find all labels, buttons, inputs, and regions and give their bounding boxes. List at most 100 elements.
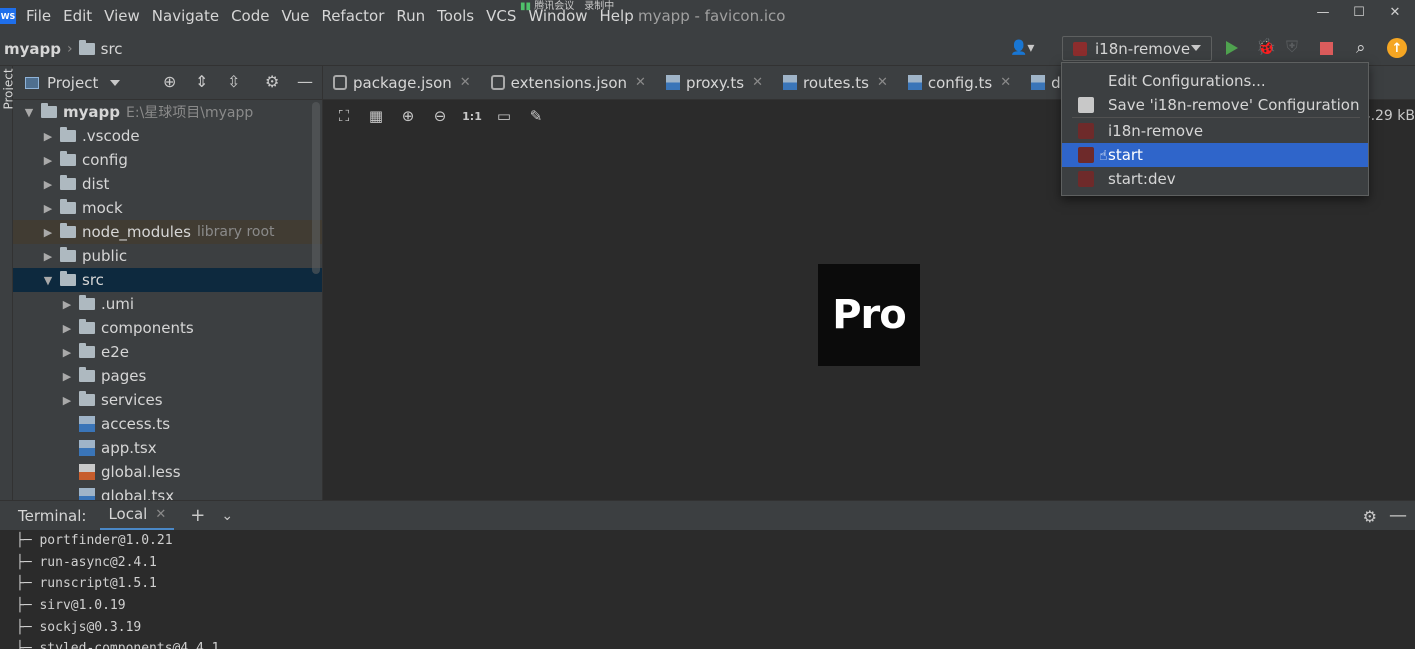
breadcrumb-src[interactable]: src xyxy=(101,40,123,58)
tree-item-access-ts[interactable]: access.ts xyxy=(13,412,322,436)
actual-size-button[interactable]: 1:1 xyxy=(461,105,483,127)
run-with-coverage-icon[interactable]: ⛨ xyxy=(1286,37,1304,56)
terminal-output[interactable]: ├─ portfinder@1.0.21 ├─ run-async@2.4.1 ├─… xyxy=(0,530,1415,649)
tree-item-dist[interactable]: ▶ dist xyxy=(13,172,322,196)
tab-proxy-ts[interactable]: proxy.ts ✕ xyxy=(656,66,773,99)
update-icon[interactable]: ↑ xyxy=(1387,38,1407,58)
tree-item-src[interactable]: ▼ src xyxy=(13,268,322,292)
tree-item-mock[interactable]: ▶ mock xyxy=(13,196,322,220)
tree-item-public[interactable]: ▶ public xyxy=(13,244,322,268)
tree-item-components[interactable]: ▶ components xyxy=(13,316,322,340)
project-tree-scrollbar[interactable] xyxy=(312,102,320,274)
run-icon[interactable] xyxy=(1226,41,1238,55)
gear-icon[interactable]: ⚙ xyxy=(1363,507,1377,526)
menu-vue[interactable]: Vue xyxy=(277,7,317,25)
chevron-right-icon[interactable]: ▶ xyxy=(40,154,56,167)
popup-item-label: start:dev xyxy=(1108,170,1176,188)
project-view-title[interactable]: Project xyxy=(47,74,98,92)
chevron-right-icon[interactable]: ▶ xyxy=(40,250,56,263)
signal-icon: ▮▮ xyxy=(520,1,532,12)
tree-item-myapp[interactable]: ▼ myapp E:\星球项目\myapp xyxy=(13,100,322,124)
tab-routes-ts[interactable]: routes.ts ✕ xyxy=(773,66,898,99)
menu-edit[interactable]: Edit xyxy=(59,7,100,25)
close-window-icon[interactable]: ✕ xyxy=(1375,0,1415,24)
popup-item-i18n-remove[interactable]: i18n-remove xyxy=(1062,119,1368,143)
tab-package-json[interactable]: package.json ✕ xyxy=(323,66,481,99)
terminal-line: ├─ portfinder@1.0.21 xyxy=(16,533,173,549)
chevron-down-icon[interactable]: ▼ xyxy=(40,274,56,287)
user-account-icon[interactable]: 👤▾ xyxy=(1010,40,1040,58)
menu-refactor[interactable]: Refactor xyxy=(317,7,392,25)
less-file-icon xyxy=(79,464,95,480)
tree-item-e2e[interactable]: ▶ e2e xyxy=(13,340,322,364)
webstorm-logo-icon[interactable]: WS xyxy=(0,8,16,24)
chevron-right-icon[interactable]: ▶ xyxy=(59,394,75,407)
tree-item-label: node_modules xyxy=(82,223,191,241)
chessboard-icon[interactable]: ▭ xyxy=(493,105,515,127)
tree-item-vscode[interactable]: ▶ .vscode xyxy=(13,124,322,148)
chevron-right-icon[interactable]: ▶ xyxy=(59,370,75,383)
gear-icon[interactable]: ⚙ xyxy=(265,72,279,91)
terminal-tab-local[interactable]: Local ✕ xyxy=(100,501,175,531)
hide-panel-icon[interactable]: — xyxy=(297,72,313,91)
tab-extensions-json[interactable]: extensions.json ✕ xyxy=(481,66,656,99)
chevron-right-icon[interactable]: ▶ xyxy=(59,346,75,359)
npm-icon xyxy=(1078,171,1094,187)
image-toolbar: ⛶ ▦ ⊕ ⊖ 1:1 ▭ ✎ xyxy=(323,100,547,132)
maximize-window-icon[interactable]: ☐ xyxy=(1339,0,1379,24)
zoom-in-icon[interactable]: ⊕ xyxy=(397,105,419,127)
collapse-all-icon[interactable]: ⇳ xyxy=(227,72,240,91)
chevron-right-icon[interactable]: ▶ xyxy=(59,322,75,335)
new-terminal-icon[interactable]: + xyxy=(190,505,205,526)
tree-item-pages[interactable]: ▶ pages xyxy=(13,364,322,388)
chevron-down-icon[interactable] xyxy=(110,79,121,86)
close-icon[interactable]: ✕ xyxy=(1000,75,1011,90)
chevron-right-icon[interactable]: ▶ xyxy=(59,298,75,311)
run-configuration-selector[interactable]: i18n-remove xyxy=(1062,36,1212,61)
menu-navigate[interactable]: Navigate xyxy=(148,7,227,25)
window-title: myapp - favicon.ico xyxy=(638,7,786,25)
tree-item-global-less[interactable]: global.less xyxy=(13,460,322,484)
minimize-window-icon[interactable]: — xyxy=(1303,0,1343,24)
breadcrumb-project[interactable]: myapp xyxy=(4,40,61,58)
popup-item-start-dev[interactable]: start:dev xyxy=(1062,167,1368,191)
recording-label: 录制中 xyxy=(584,1,615,12)
fit-zoom-icon[interactable]: ⛶ xyxy=(333,105,355,127)
tree-item-umi[interactable]: ▶ .umi xyxy=(13,292,322,316)
tab-config-ts[interactable]: config.ts ✕ xyxy=(898,66,1021,99)
popup-item-edit-configurations[interactable]: Edit Configurations... xyxy=(1062,69,1368,93)
menu-vcs[interactable]: VCS xyxy=(482,7,524,25)
menu-file[interactable]: File xyxy=(24,7,59,25)
close-icon[interactable]: ✕ xyxy=(460,75,471,90)
chevron-right-icon[interactable]: ▶ xyxy=(40,226,56,239)
zoom-out-icon[interactable]: ⊖ xyxy=(429,105,451,127)
menu-code[interactable]: Code xyxy=(227,7,277,25)
popup-item-save-configuration[interactable]: Save 'i18n-remove' Configuration xyxy=(1062,93,1368,117)
tree-item-global-tsx[interactable]: global.tsx xyxy=(13,484,322,500)
close-icon[interactable]: ✕ xyxy=(877,75,888,90)
tree-item-services[interactable]: ▶ services xyxy=(13,388,322,412)
close-icon[interactable]: ✕ xyxy=(155,507,166,522)
chevron-down-icon[interactable]: ⌄ xyxy=(221,508,233,524)
tree-item-config[interactable]: ▶ config xyxy=(13,148,322,172)
tree-item-app-tsx[interactable]: app.tsx xyxy=(13,436,322,460)
search-icon[interactable]: ⌕ xyxy=(1356,38,1374,58)
chevron-down-icon[interactable]: ▼ xyxy=(21,106,37,119)
menu-run[interactable]: Run xyxy=(392,7,433,25)
close-icon[interactable]: ✕ xyxy=(635,75,646,90)
chevron-right-icon[interactable]: ▶ xyxy=(40,202,56,215)
close-icon[interactable]: ✕ xyxy=(752,75,763,90)
chevron-right-icon[interactable]: ▶ xyxy=(40,130,56,143)
locate-file-icon[interactable]: ⊕ xyxy=(163,72,176,91)
debug-icon[interactable]: 🐞 xyxy=(1256,37,1276,56)
stop-icon[interactable] xyxy=(1320,42,1333,55)
color-picker-icon[interactable]: ✎ xyxy=(525,105,547,127)
expand-all-icon[interactable]: ⇕ xyxy=(195,72,208,91)
tree-item-node-modules[interactable]: ▶ node_modules library root xyxy=(13,220,322,244)
menu-tools[interactable]: Tools xyxy=(433,7,482,25)
hide-panel-icon[interactable]: — xyxy=(1389,505,1407,526)
menu-view[interactable]: View xyxy=(100,7,148,25)
typescript-file-icon xyxy=(783,75,798,90)
chevron-right-icon[interactable]: ▶ xyxy=(40,178,56,191)
grid-icon[interactable]: ▦ xyxy=(365,105,387,127)
